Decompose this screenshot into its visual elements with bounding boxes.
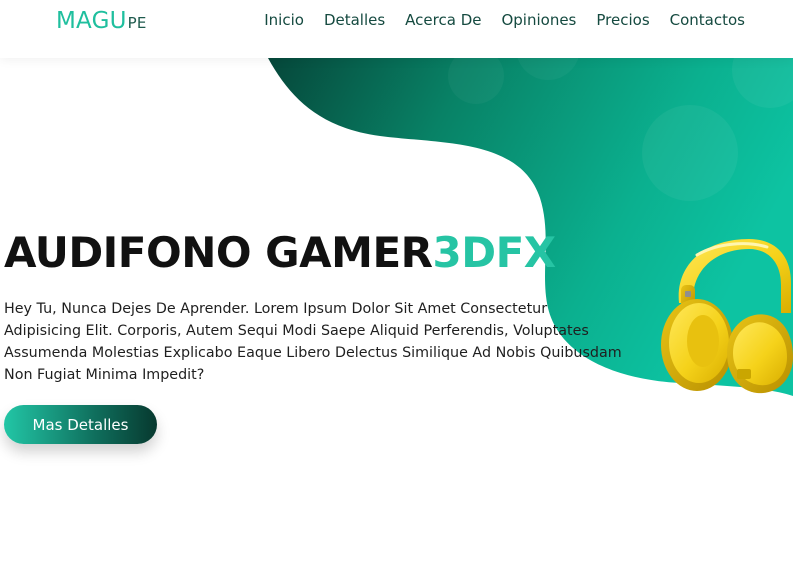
- nav-item-contactos[interactable]: Contactos: [670, 10, 745, 30]
- hero-section: AUDIFONO GAMER3DFX Hey Tu, Nunca Dejes D…: [0, 58, 793, 582]
- site-header: MAGUPE Inicio Detalles Acerca De Opinion…: [0, 0, 793, 58]
- nav-item-inicio[interactable]: Inicio: [264, 10, 304, 30]
- nav-item-precios[interactable]: Precios: [596, 10, 649, 30]
- main-nav: Inicio Detalles Acerca De Opiniones Prec…: [264, 10, 745, 30]
- hero-title-accent: 3DFX: [432, 228, 556, 277]
- hero-title: AUDIFONO GAMER3DFX: [4, 225, 556, 281]
- nav-item-acerca-de[interactable]: Acerca De: [405, 10, 481, 30]
- nav-item-opiniones[interactable]: Opiniones: [501, 10, 576, 30]
- brand-logo-main: MAGU: [56, 8, 127, 34]
- hero-description: Hey Tu, Nunca Dejes De Aprender. Lorem I…: [4, 301, 622, 383]
- hero-title-main: AUDIFONO GAMER: [4, 228, 433, 277]
- brand-logo-suffix: PE: [127, 14, 147, 32]
- headphones-image: [661, 239, 793, 394]
- brand-logo[interactable]: MAGUPE: [56, 8, 147, 34]
- more-details-button[interactable]: Mas Detalles: [4, 405, 157, 444]
- nav-item-detalles[interactable]: Detalles: [324, 10, 385, 30]
